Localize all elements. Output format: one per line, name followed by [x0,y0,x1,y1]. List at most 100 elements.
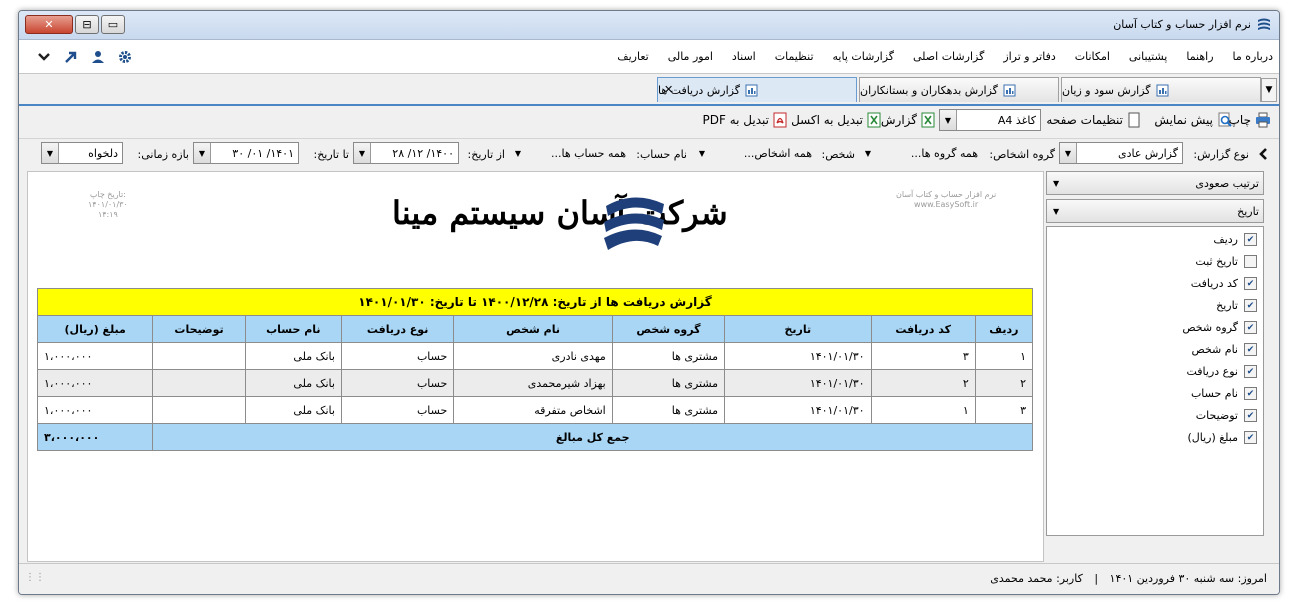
dropdown-arrow-icon[interactable]: ▼ [1053,207,1059,216]
dropdown-arrow-icon[interactable]: ▼ [940,110,957,130]
from-date-picker[interactable]: ۱۴۰۰/ ۱۲/ ۲۸ ▼ [353,142,459,164]
pdf-export-button[interactable]: تبدیل به PDF [703,110,787,130]
report-type-value: گزارش عادی [1117,146,1178,160]
column-checkbox[interactable]: ✔ نوع دریافت [1186,365,1257,378]
dropdown-arrow-icon[interactable]: ▼ [354,143,371,163]
maximize-button[interactable]: ⊟ [75,15,99,34]
table-cell: حساب [340,342,455,370]
menu-definitions[interactable]: تعاریف [617,50,648,63]
resize-grip-icon[interactable]: ⋮⋮ [25,572,45,583]
menu-documents[interactable]: اسناد [732,50,756,63]
period-select[interactable]: دلخواه ▼ [41,142,123,164]
person-value: همه اشخاص... [743,146,812,160]
dropdown-arrow-icon[interactable]: ▼ [42,143,59,163]
close-tab-icon[interactable]: ✕ [664,83,673,96]
close-window-button[interactable]: ✕ [25,15,73,34]
excel-export-button[interactable]: تبدیل به اکسل [791,110,881,130]
filter-bar: نوع گزارش: گزارش عادی ▼ گروه اشخاص: همه … [19,138,1279,169]
print-info: تاریخ چاپ: ۱۴۰۱/۰۱/۳۰ ۱۴:۱۹ [88,190,128,220]
user-icon[interactable] [91,50,105,64]
tab-receipts[interactable]: ✕ گزارش دریافت ها [657,77,857,102]
checkbox-icon[interactable]: ✔ [1244,277,1257,290]
column-checkbox[interactable]: ✔ مبلغ (ریال) [1187,431,1257,444]
page-settings-button[interactable]: تنظیمات صفحه [1046,110,1141,130]
checkbox-icon[interactable]: ✔ [1244,343,1257,356]
page-icon [1128,112,1140,128]
menu-about[interactable]: درباره ما [1233,50,1273,63]
table-cell: بانک ملی [244,342,342,370]
column-header: توضیحات [152,315,246,343]
status-user: کاربر: محمد محمدی [990,572,1083,585]
group-select[interactable]: همه گروه ها... ▼ [859,142,983,164]
checkbox-icon[interactable]: ✔ [1244,321,1257,334]
column-checkbox[interactable]: ✔ توضیحات [1196,409,1257,422]
print-date: ۱۴۰۱/۰۱/۳۰ [88,200,128,209]
column-checkbox[interactable]: ✔ نام حساب [1191,387,1257,400]
checkbox-icon[interactable]: ✔ [1244,387,1257,400]
chevron-down-icon[interactable] [37,50,51,64]
print-button[interactable]: چاپ [1229,110,1271,130]
printer-icon [1256,112,1270,128]
column-checkbox[interactable]: ✔ کد دریافت [1191,277,1257,290]
account-value: همه حساب ها... [550,146,626,160]
report-type-select[interactable]: گزارش عادی ▼ [1059,142,1183,164]
checkbox-icon[interactable] [1244,255,1257,268]
checkbox-icon[interactable]: ✔ [1244,431,1257,444]
menu-settings[interactable]: تنظیمات [775,50,814,63]
column-checkbox[interactable]: ✔ نام شخص [1191,343,1257,356]
checkbox-icon[interactable]: ✔ [1244,409,1257,422]
website: www.EasySoft.ir [914,200,979,209]
column-header: کد دریافت [870,315,976,343]
column-checkbox[interactable]: ✔ گروه شخص [1182,321,1257,334]
report-button[interactable]: گزارش [881,110,935,130]
column-header: مبلغ (ریال) [36,315,154,343]
menu-main-reports[interactable]: گزارشات اصلی [913,50,984,63]
tab-debtors-creditors[interactable]: گزارش بدهکاران و بستانکاران [859,77,1059,102]
settings-icon[interactable] [118,50,132,64]
menu-features[interactable]: امکانات [1075,50,1110,63]
to-date-value: ۱۴۰۱/ ۰۱/ ۳۰ [232,146,294,160]
chevron-left-icon[interactable] [1257,147,1269,161]
sort-by-select[interactable]: تاریخ ▼ [1046,199,1264,223]
menu-ledgers[interactable]: دفاتر و تراز [1003,50,1055,63]
paper-size-select[interactable]: کاغذ A4 ▼ [939,109,1041,131]
minimize-button[interactable]: ▭ [101,15,125,34]
preview-button[interactable]: پیش نمایش [1154,110,1233,130]
menu-financial[interactable]: امور مالی [668,50,713,63]
table-cell: حساب [340,396,455,424]
checkbox-label: ردیف [1213,233,1238,246]
menu-support[interactable]: پشتیبانی [1129,50,1167,63]
dropdown-arrow-icon[interactable]: ▼ [194,143,211,163]
account-select[interactable]: همه حساب ها... ▼ [509,142,631,164]
table-cell: ۱۴۰۱/۰۱/۳۰ [724,369,872,397]
person-select[interactable]: همه اشخاص... ▼ [693,142,817,164]
dropdown-arrow-icon[interactable]: ▼ [510,143,526,163]
checkbox-icon[interactable]: ✔ [1244,299,1257,312]
arrow-icon[interactable] [64,50,78,64]
sort-order-select[interactable]: ترتیب صعودی ▼ [1046,171,1264,195]
dropdown-arrow-icon[interactable]: ▼ [860,143,876,163]
to-date-picker[interactable]: ۱۴۰۱/ ۰۱/ ۳۰ ▼ [193,142,299,164]
column-checkbox[interactable]: ✔ ردیف [1213,233,1257,246]
sort-order-value: ترتیب صعودی [1195,176,1259,190]
dropdown-arrow-icon[interactable]: ▼ [1053,179,1059,188]
table-cell: ۲ [870,369,976,397]
dropdown-arrow-icon[interactable]: ▼ [694,143,710,163]
table-cell: بانک ملی [244,396,342,424]
menu-basic-reports[interactable]: گزارشات پایه [833,50,894,63]
checkbox-icon[interactable]: ✔ [1244,233,1257,246]
tab-list-dropdown[interactable]: ▼ [1261,78,1277,102]
table-cell: ۱،۰۰۰،۰۰۰ [36,342,154,370]
to-date-label: تا تاریخ: [313,148,349,161]
table-cell: ۱ [870,396,976,424]
tab-profit-loss[interactable]: گزارش سود و زیان [1061,77,1261,102]
checkbox-icon[interactable]: ✔ [1244,365,1257,378]
column-checkbox[interactable]: ✔ تاریخ [1216,299,1257,312]
dropdown-arrow-icon[interactable]: ▼ [1060,143,1077,163]
checkbox-label: نوع دریافت [1186,365,1239,378]
menu-help[interactable]: راهنما [1186,50,1213,63]
column-checkbox[interactable]: تاریخ ثبت [1195,255,1257,268]
status-bar: ⋮⋮ امروز: سه شنبه ۳۰ فروردین ۱۴۰۱ | کارب… [19,563,1279,594]
paper-label: کاغذ [1015,113,1036,127]
report-toolbar: چاپ پیش نمایش تنظیمات صفحه کاغذ A4 ▼ گزا… [19,107,1279,133]
